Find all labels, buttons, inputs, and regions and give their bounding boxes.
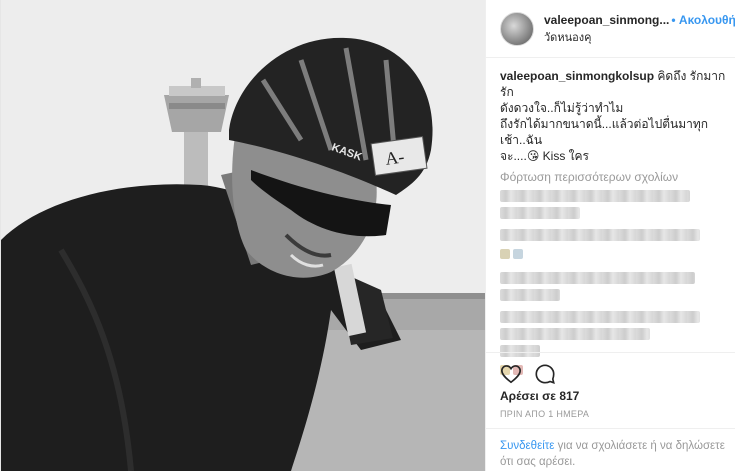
caption: valeepoan_sinmongkolsup คิดถึง รักมาก รั… — [500, 68, 735, 164]
login-link[interactable]: Συνδεθείτε — [500, 440, 554, 452]
blurred-comment — [500, 207, 580, 219]
action-icons — [500, 361, 735, 387]
username-link[interactable]: valeepoan_sinmong... — [544, 13, 669, 27]
heart-icon[interactable] — [500, 363, 522, 385]
blurred-comment — [500, 311, 700, 323]
post-actions: Αρέσει σε 817 ΠΡΙΝ ΑΠΟ 1 ΗΜΕΡΑ — [486, 352, 735, 419]
load-more-comments-button[interactable]: Φόρτωση περισσότερων σχολίων — [500, 170, 735, 184]
post-timestamp[interactable]: ΠΡΙΝ ΑΠΟ 1 ΗΜΕΡΑ — [500, 409, 735, 419]
caption-username[interactable]: valeepoan_sinmongkolsup — [500, 69, 654, 83]
post-side-panel: valeepoan_sinmong...• Ακολουθήστε วัดหนอ… — [485, 0, 735, 471]
caption-text-4: จะ....😘 Kiss ใคร — [500, 149, 589, 163]
blurred-emoji-row — [500, 246, 735, 264]
location-link[interactable]: วัดหนองคุ — [544, 30, 735, 46]
instagram-post: A- KASK valeepoan_sinmong...• Ακολουθήστ… — [0, 0, 735, 471]
post-header: valeepoan_sinmong...• Ακολουθήστε วัดหนอ… — [486, 0, 735, 58]
avatar[interactable] — [500, 11, 534, 46]
caption-text-2: ดังดวงใจ..ก็ไม่รู้ว่าทำไม — [500, 101, 624, 115]
comments-section: valeepoan_sinmongkolsup คิดถึง รักมาก รั… — [486, 58, 735, 380]
comment-bubble-icon[interactable] — [534, 363, 556, 385]
blurred-comment — [500, 289, 560, 301]
cyclist-photo: A- KASK — [1, 0, 485, 471]
blurred-comment — [500, 328, 650, 340]
likes-count[interactable]: Αρέσει σε 817 — [500, 389, 735, 403]
header-text: valeepoan_sinmong...• Ακολουθήστε วัดหนอ… — [544, 12, 735, 46]
blurred-comment — [500, 229, 700, 241]
login-prompt: Συνδεθείτε για να σχολιάσετε ή να δηλώσε… — [486, 428, 735, 470]
blurred-comment — [500, 190, 690, 202]
svg-text:A-: A- — [384, 146, 406, 168]
blurred-comment — [500, 272, 695, 284]
follow-button[interactable]: • Ακολουθήστε — [671, 13, 735, 27]
caption-text-3: ถึงรักได้มากขนาดนี้...แล้วต่อไปตื่นมาทุก… — [500, 117, 709, 147]
post-photo[interactable]: A- KASK — [1, 0, 485, 471]
